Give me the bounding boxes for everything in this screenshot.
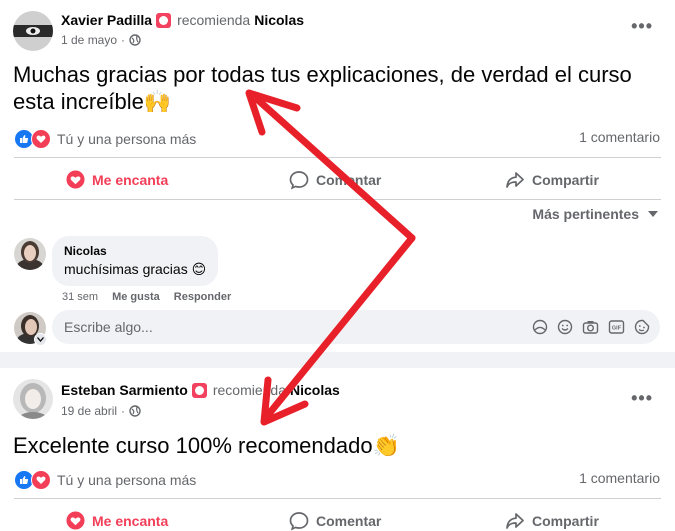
comment-count[interactable]: 1 comentario [579,470,660,486]
feed-gap [0,352,675,368]
author-name[interactable]: Esteban Sarmiento [61,382,188,398]
recommends-text: recomienda [212,382,286,398]
recommend-badge-icon [191,382,207,398]
page-name[interactable]: Nicolas [290,382,340,398]
recommends-text: recomienda [177,12,251,28]
post-date[interactable]: 1 de mayo [61,33,117,47]
love-label: Me encanta [92,512,169,529]
sort-dropdown[interactable]: Más pertinentes [532,206,659,222]
share-button[interactable]: Compartir [505,170,599,190]
comment-input[interactable] [62,318,366,336]
love-icon [66,511,85,530]
globe-icon [129,405,141,417]
comment-button[interactable]: Comentar [289,511,381,531]
recommend-badge-icon [156,12,172,28]
comment-icon [289,512,309,531]
comment-icon [289,171,309,190]
share-icon [506,172,524,188]
globe-icon [129,34,141,46]
page-name[interactable]: Nicolas [254,12,304,28]
reactions-text: Tú y una persona más [57,131,197,147]
divider [14,157,661,158]
share-button[interactable]: Compartir [505,511,599,531]
share-icon [506,513,524,529]
post-card: Esteban Sarmiento recomienda Nicolas 19 … [0,368,675,531]
comment-time[interactable]: 31 sem [62,291,98,303]
emoji-icon[interactable] [557,319,573,335]
more-options-icon[interactable]: ••• [631,388,653,409]
sticker-icon[interactable] [634,319,650,335]
love-label: Me encanta [92,171,169,188]
comment-button[interactable]: Comentar [289,170,381,190]
reactions-summary[interactable]: Tú y una persona más [14,129,196,149]
love-reaction-icon [31,129,51,149]
love-button[interactable]: Me encanta [66,170,168,189]
meta-separator: · [121,404,126,418]
comment-text: muchísimas gracias 😊 [64,261,207,277]
comment-count[interactable]: 1 comentario [579,129,660,145]
comment-like-button[interactable]: Me gusta [112,291,160,303]
post-card: Xavier Padilla recomienda Nicolas 1 de m… [0,0,675,352]
share-label: Compartir [532,513,599,529]
divider [14,199,661,200]
meta-separator: · [121,33,126,47]
comment-author[interactable]: Nicolas [64,244,206,258]
camera-icon[interactable] [582,319,599,335]
author-avatar[interactable] [13,379,53,419]
commenter-avatar[interactable] [14,238,46,270]
comment-bubble: Nicolas muchísimas gracias 😊 [52,236,219,286]
avatar-sticker-icon[interactable] [532,319,548,335]
gif-icon[interactable]: GIF [608,319,625,335]
post-date[interactable]: 19 de abril [61,404,117,418]
comment-label: Comentar [316,513,382,529]
share-label: Compartir [532,172,599,188]
love-icon [66,170,85,189]
avatar-chevron-icon[interactable] [34,333,47,346]
author-name[interactable]: Xavier Padilla [61,12,152,28]
sort-label: Más pertinentes [532,206,639,222]
comment-composer: GIF [52,310,660,344]
love-button[interactable]: Me encanta [66,511,168,530]
author-avatar[interactable] [13,11,53,51]
caret-down-icon [648,211,658,217]
comment-label: Comentar [316,172,382,188]
comment-reply-button[interactable]: Responder [174,291,231,303]
reactions-summary[interactable]: Tú y una persona más [14,470,196,490]
reactions-text: Tú y una persona más [57,472,197,488]
more-options-icon[interactable]: ••• [631,16,653,37]
post-text: Muchas gracias por todas tus explicacion… [13,62,632,114]
svg-text:GIF: GIF [612,326,622,332]
post-text: Excelente curso 100% recomendado👏 [13,433,400,458]
love-reaction-icon [31,470,51,490]
divider [14,498,661,499]
